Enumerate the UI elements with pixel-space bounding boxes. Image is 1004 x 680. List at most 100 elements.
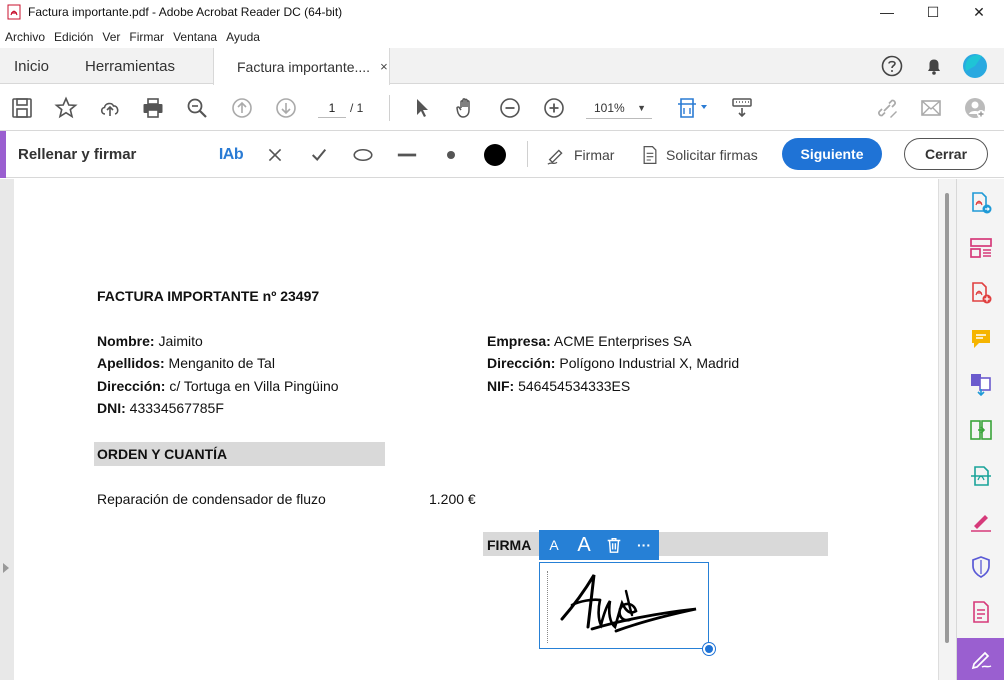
upload-cloud-icon[interactable]: [95, 93, 125, 123]
email-icon[interactable]: [916, 93, 946, 123]
zoom-out-icon[interactable]: [495, 93, 525, 123]
document-sign-icon: [643, 146, 657, 164]
maximize-button[interactable]: ☐: [910, 0, 956, 24]
comment-icon[interactable]: [967, 325, 995, 353]
page-total: / 1: [350, 101, 364, 115]
decrease-size-button[interactable]: A: [539, 537, 569, 553]
fill-sign-divider: [527, 141, 528, 167]
request-signatures-button[interactable]: Solicitar firmas: [640, 141, 758, 169]
tab-home[interactable]: Inicio: [14, 48, 49, 84]
window-title: Factura importante.pdf - Adobe Acrobat R…: [28, 5, 343, 19]
tab-document[interactable]: Factura importante.... ×: [213, 48, 390, 85]
line-icon[interactable]: [394, 141, 420, 169]
ellipse-icon[interactable]: [350, 141, 376, 169]
scrollbar-thumb[interactable]: [945, 193, 949, 643]
menu-archivo[interactable]: Archivo: [5, 30, 45, 44]
help-icon[interactable]: [881, 55, 903, 77]
sign-label: Firmar: [574, 147, 615, 163]
protect-shield-icon[interactable]: [967, 553, 995, 581]
client-surname: Apellidos: Menganito de Tal: [97, 355, 275, 371]
next-page-icon[interactable]: [271, 93, 301, 123]
menu-edicion[interactable]: Edición: [54, 30, 93, 44]
bookmark-star-icon[interactable]: [51, 93, 81, 123]
main-toolbar: 1 / 1 101% ▼: [0, 85, 1004, 131]
right-tools-panel: [956, 179, 1004, 680]
add-text-icon[interactable]: IAb: [216, 141, 246, 169]
zoom-in-icon[interactable]: [539, 93, 569, 123]
color-picker-icon[interactable]: [481, 141, 509, 169]
combine-files-icon[interactable]: [967, 370, 995, 398]
search-zoom-icon[interactable]: [182, 93, 212, 123]
minimize-button[interactable]: —: [864, 0, 910, 24]
sign-button[interactable]: Firmar: [546, 141, 614, 169]
menu-ayuda[interactable]: Ayuda: [226, 30, 260, 44]
fill-sign-active-tool[interactable]: [957, 638, 1004, 680]
dot-icon[interactable]: [440, 141, 462, 169]
page-number-input[interactable]: 1: [318, 98, 346, 118]
bell-icon[interactable]: [923, 55, 945, 77]
increase-size-button[interactable]: A: [569, 534, 599, 557]
scan-ocr-icon[interactable]: [967, 462, 995, 490]
client-address: Dirección: c/ Tortuga en Villa Pingüino: [97, 378, 339, 394]
toolbar-divider: [389, 95, 390, 121]
page-fit-icon[interactable]: [673, 93, 713, 123]
fill-sign-tool-icon[interactable]: [967, 507, 995, 535]
print-icon[interactable]: [138, 93, 168, 123]
hand-tool-icon[interactable]: [451, 93, 481, 123]
signature-section-title: FIRMA: [487, 537, 532, 553]
company-address: Dirección: Polígono Industrial X, Madrid: [487, 355, 740, 371]
resize-handle[interactable]: [703, 643, 715, 655]
expand-arrow-icon: [3, 563, 9, 573]
organize-pages-icon[interactable]: [967, 234, 995, 262]
signature-guide: [547, 571, 548, 643]
client-dni: DNI: 43334567785F: [97, 400, 224, 416]
avatar-icon[interactable]: [962, 53, 988, 79]
tab-document-label: Factura importante....: [237, 58, 371, 75]
select-cursor-icon[interactable]: [407, 93, 437, 123]
tab-tools[interactable]: Herramientas: [85, 48, 175, 84]
close-window-button[interactable]: ✕: [956, 0, 1002, 24]
request-signatures-label: Solicitar firmas: [666, 147, 758, 163]
company-name: Empresa: ACME Enterprises SA: [487, 333, 692, 349]
add-user-icon[interactable]: [960, 93, 990, 123]
compare-files-icon[interactable]: [967, 416, 995, 444]
menu-firmar[interactable]: Firmar: [129, 30, 164, 44]
edit-form-icon[interactable]: [967, 598, 995, 626]
trash-icon[interactable]: [599, 536, 629, 554]
acrobat-app-icon: [7, 4, 21, 20]
order-item: Reparación de condensador de fluzo: [97, 491, 326, 507]
zoom-level-value: 101%: [594, 101, 625, 115]
add-text-label: IAb: [218, 146, 244, 163]
order-amount: 1.200 €: [429, 491, 476, 507]
link-edit-icon[interactable]: [872, 93, 902, 123]
fill-sign-accent: [0, 131, 6, 178]
pdf-page: [14, 179, 938, 680]
more-options-button[interactable]: ···: [629, 537, 659, 553]
invoice-heading: FACTURA IMPORTANTE nº 23497: [97, 288, 320, 304]
next-button[interactable]: Siguiente: [782, 138, 882, 170]
menu-ventana[interactable]: Ventana: [173, 30, 217, 44]
signature-box[interactable]: [539, 562, 709, 649]
tab-close-icon[interactable]: ×: [380, 59, 388, 74]
title-bar: Factura importante.pdf - Adobe Acrobat R…: [0, 0, 1004, 24]
menu-bar: Archivo Edición Ver Firmar Ventana Ayuda: [0, 27, 264, 47]
handwritten-signature: [560, 574, 697, 633]
zoom-level-select[interactable]: 101% ▼: [586, 97, 652, 119]
previous-page-icon[interactable]: [227, 93, 257, 123]
menu-ver[interactable]: Ver: [102, 30, 120, 44]
check-mark-icon[interactable]: [307, 141, 331, 169]
left-panel-toggle[interactable]: [0, 179, 14, 680]
chevron-down-icon: ▼: [637, 103, 646, 113]
close-button[interactable]: Cerrar: [904, 138, 988, 170]
export-pdf-icon[interactable]: [967, 279, 995, 307]
create-pdf-icon[interactable]: [967, 189, 995, 217]
save-icon[interactable]: [7, 93, 37, 123]
client-name: Nombre: Jaimito: [97, 333, 203, 349]
cross-mark-icon[interactable]: [264, 141, 286, 169]
keyboard-scroll-icon[interactable]: [727, 93, 757, 123]
signature-toolbar: A A ···: [539, 530, 659, 560]
sign-pen-icon: [971, 651, 992, 670]
company-nif: NIF: 546454534333ES: [487, 378, 631, 394]
vertical-scrollbar[interactable]: [938, 179, 956, 680]
order-section-title: ORDEN Y CUANTÍA: [97, 446, 228, 462]
